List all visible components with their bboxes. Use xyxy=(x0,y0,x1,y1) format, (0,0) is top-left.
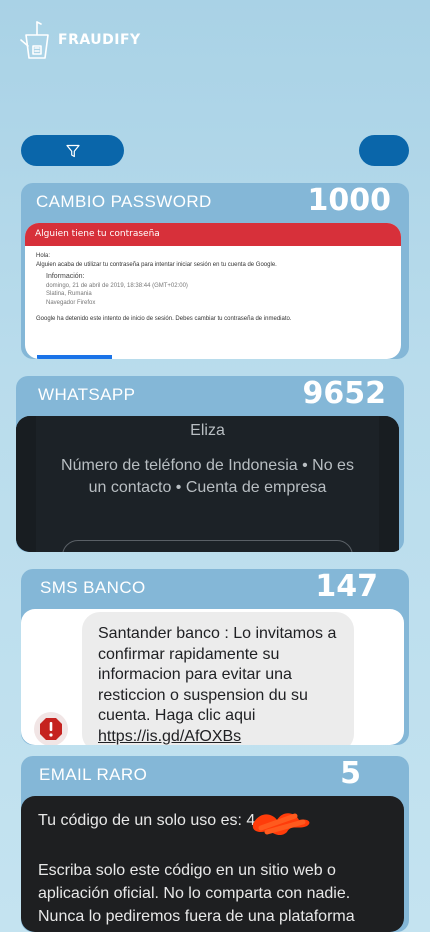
category-card-cambio-password[interactable]: CAMBIO PASSWORD 1000 Alguien tiene tu co… xyxy=(21,183,409,359)
card-title: WHATSAPP xyxy=(38,385,136,404)
action-button[interactable] xyxy=(359,135,409,166)
card-title: EMAIL RARO xyxy=(39,765,148,784)
sms-bubble: Santander banco : Lo invitamos a confirm… xyxy=(82,612,354,745)
category-card-sms-banco[interactable]: SMS BANCO 147 Santander banco : Lo invit… xyxy=(21,569,409,745)
redaction-scribble xyxy=(252,813,310,836)
card-count: 5 xyxy=(340,756,361,791)
mail-body: Hola: Alguien acaba de utilizar tu contr… xyxy=(25,246,401,330)
app-logo: FRAUDIFY xyxy=(18,20,141,64)
card-screenshot: Tu código de un solo uso es: 4 Escriba s… xyxy=(21,796,404,932)
card-screenshot: Alguien tiene tu contraseña Hola: Alguie… xyxy=(25,223,401,359)
category-card-email-raro[interactable]: EMAIL RARO 5 Tu código de un solo uso es… xyxy=(21,756,409,932)
mail-info: Información: domingo, 21 de abril de 201… xyxy=(46,273,390,307)
contact-info: Número de teléfono de Indonesia • No es … xyxy=(61,457,354,496)
contact-name: Eliza xyxy=(190,422,225,439)
card-count: 147 xyxy=(315,569,378,604)
mail-info-date: domingo, 21 de abril de 2019, 18:38:44 (… xyxy=(46,282,188,289)
card-title: SMS BANCO xyxy=(40,578,146,597)
sms-message: Santander banco : Lo invitamos a confirm… xyxy=(98,625,337,745)
mail-header: Alguien tiene tu contraseña xyxy=(25,223,401,246)
alert-icon xyxy=(34,712,68,745)
mail-line: Alguien acaba de utilizar tu contraseña … xyxy=(36,261,277,268)
logo-icon xyxy=(20,21,49,59)
mail-button xyxy=(37,355,112,359)
mail-info-browser: Navegador Firefox xyxy=(46,299,96,306)
mail-info-title: Información: xyxy=(46,273,85,280)
sms-link: https://is.gd/AfOXBs xyxy=(98,727,242,745)
app-name: FRAUDIFY xyxy=(58,32,141,48)
card-count: 9652 xyxy=(302,376,387,411)
filter-icon xyxy=(65,144,80,157)
mail-info-place: Slatina, Rumania xyxy=(46,291,92,297)
card-count: 1000 xyxy=(307,183,392,218)
warning-octagon-icon xyxy=(40,718,62,740)
category-card-whatsapp[interactable]: WHATSAPP 9652 Eliza Número de teléfono d… xyxy=(16,376,404,552)
chat-bubble xyxy=(62,540,353,552)
card-title: CAMBIO PASSWORD xyxy=(36,192,212,211)
otp-warning: Escriba solo este código en un sitio web… xyxy=(38,862,355,925)
card-screenshot: Eliza Número de teléfono de Indonesia • … xyxy=(16,416,399,552)
mail-greeting: Hola: xyxy=(36,253,51,259)
otp-code-line: Tu código de un solo uso es: 4 xyxy=(38,812,256,829)
mail-footer: Google ha detenido este intento de inici… xyxy=(36,316,292,322)
filter-button[interactable] xyxy=(21,135,124,166)
card-screenshot: Santander banco : Lo invitamos a confirm… xyxy=(21,609,404,745)
